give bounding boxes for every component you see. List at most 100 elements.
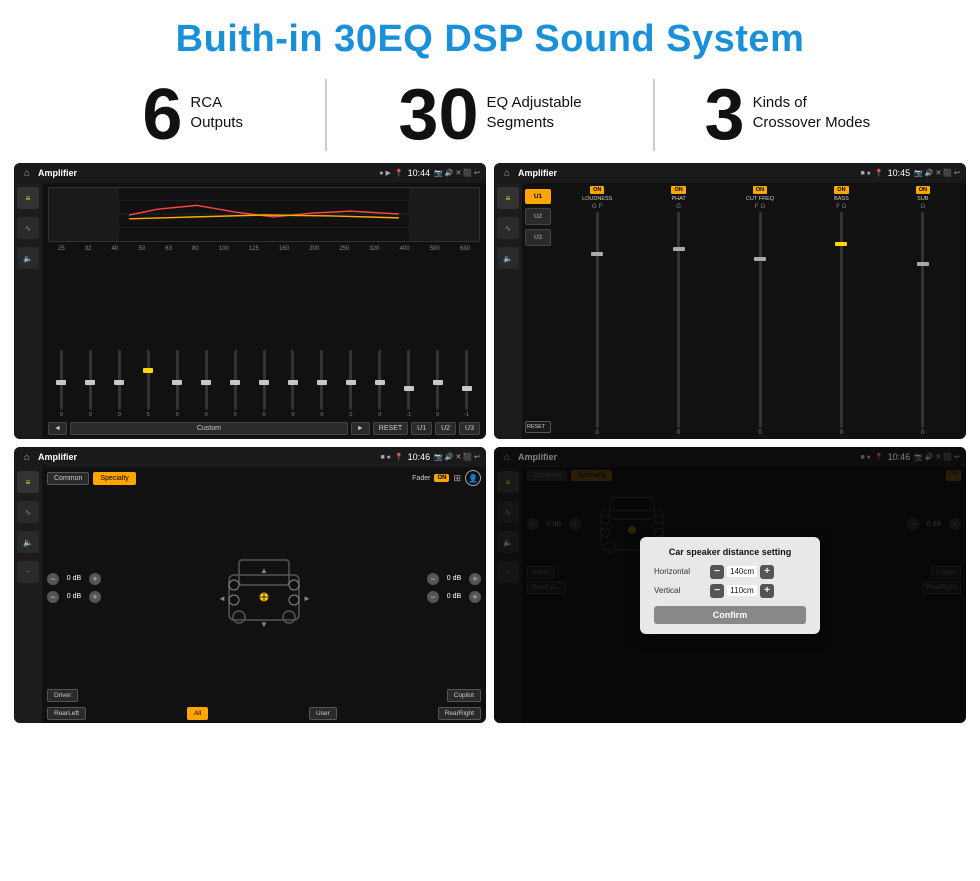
db-control-3: − 0 dB + xyxy=(427,573,481,585)
eq-prev-btn[interactable]: ◄ xyxy=(48,422,67,435)
stat-crossover: 3 Kinds of Crossover Modes xyxy=(655,79,920,151)
speaker-icon[interactable]: 🔈 xyxy=(17,247,39,269)
db-control-1: − 0 dB + xyxy=(47,573,101,585)
dialog-box: Car speaker distance setting Horizontal … xyxy=(640,537,820,634)
eq-icon[interactable]: ≡ xyxy=(17,187,39,209)
ch-on-bass[interactable]: ON xyxy=(834,186,848,194)
dialog-overlay: Car speaker distance setting Horizontal … xyxy=(494,447,966,723)
db-plus-1[interactable]: + xyxy=(89,573,101,585)
stat-label-rca: RCA Outputs xyxy=(190,79,243,132)
eq-icon-fader[interactable]: ≡ xyxy=(17,471,39,493)
eq-u2-btn[interactable]: U2 xyxy=(435,422,456,435)
stat-number-6: 6 xyxy=(142,79,182,151)
amp-reset-btn[interactable]: RESET xyxy=(525,421,551,433)
home-icon-amp[interactable]: ⌂ xyxy=(500,166,514,180)
amp-ch-phat: ON PHAT G 0 xyxy=(639,186,717,436)
user-btn[interactable]: User xyxy=(309,707,337,720)
fader-on-badge[interactable]: ON xyxy=(434,474,449,482)
screen-title-fader: Amplifier xyxy=(38,452,376,462)
screen-title-eq: Amplifier xyxy=(38,168,375,178)
fader-tab-common[interactable]: Common xyxy=(47,472,89,485)
status-icons-amp: 📷 🔊 ✕ ⬛ ↩ xyxy=(914,169,960,177)
fader-user-icon[interactable]: 👤 xyxy=(465,470,481,486)
db-value-1: 0 dB xyxy=(62,575,86,582)
amp-ch-sub: ON SUB G 0 xyxy=(884,186,962,436)
wave-icon[interactable]: ∿ xyxy=(17,217,39,239)
fader-main: Common Specialty Fader ON ⊞ 👤 − 0 dB + xyxy=(42,467,486,723)
vertical-plus-btn[interactable]: + xyxy=(760,584,774,598)
stat-rca: 6 RCA Outputs xyxy=(60,79,325,151)
db-value-3: 0 dB xyxy=(442,575,466,582)
side-panel-fader: ≡ ∿ 🔈 ⇔ xyxy=(14,467,42,723)
db-plus-4[interactable]: + xyxy=(469,591,481,603)
status-bar-fader: ⌂ Amplifier ■ ● 📍 10:46 📷 🔊 ✕ ⬛ ↩ xyxy=(14,447,486,467)
vertical-value: 110cm xyxy=(727,585,757,596)
db-minus-1[interactable]: − xyxy=(47,573,59,585)
wave-icon-amp[interactable]: ∿ xyxy=(497,217,519,239)
speaker-icon-amp[interactable]: 🔈 xyxy=(497,247,519,269)
eq-sliders: 0 0 0 5 0 0 0 0 0 0 0 0 -1 0 -1 xyxy=(48,255,480,418)
eq-custom-label: Custom xyxy=(70,422,348,435)
svg-text:►: ► xyxy=(303,594,311,603)
ch-on-sub[interactable]: ON xyxy=(916,186,930,194)
dots-icon: ● ▶ xyxy=(379,169,391,177)
db-minus-2[interactable]: − xyxy=(47,591,59,603)
rearleft-btn[interactable]: RearLeft xyxy=(47,707,86,720)
all-btn[interactable]: All xyxy=(187,707,208,720)
stat-eq: 30 EQ Adjustable Segments xyxy=(325,79,654,151)
db-control-4: − 0 dB + xyxy=(427,591,481,603)
ch-label-loudness: LOUDNESS xyxy=(582,196,612,202)
dots-icon-amp: ■ ● xyxy=(860,170,870,177)
db-plus-2[interactable]: + xyxy=(89,591,101,603)
horizontal-stepper: − 140cm + xyxy=(710,565,774,579)
amp-presets-col: U1 U2 U3 RESET xyxy=(522,183,554,439)
home-icon[interactable]: ⌂ xyxy=(20,166,34,180)
vertical-stepper: − 110cm + xyxy=(710,584,774,598)
time-amp: 10:45 xyxy=(888,168,911,178)
ch-on-phat[interactable]: ON xyxy=(671,186,685,194)
fader-left-ctrls: − 0 dB + − 0 dB + xyxy=(47,573,101,603)
amp-preset-u1[interactable]: U1 xyxy=(525,189,551,204)
fader-right-ctrls: − 0 dB + − 0 dB + xyxy=(427,573,481,603)
eq-u3-btn[interactable]: U3 xyxy=(459,422,480,435)
db-value-4: 0 dB xyxy=(442,593,466,600)
side-panel-amp: ≡ ∿ 🔈 xyxy=(494,183,522,439)
screen-eq: ⌂ Amplifier ● ▶ 📍 10:44 📷 🔊 ✕ ⬛ ↩ ≡ ∿ 🔈 xyxy=(14,163,486,439)
location-icon: 📍 xyxy=(395,169,404,177)
eq-icon-amp[interactable]: ≡ xyxy=(497,187,519,209)
screen-amp: ⌂ Amplifier ■ ● 📍 10:45 📷 🔊 ✕ ⬛ ↩ ≡ ∿ 🔈 … xyxy=(494,163,966,439)
horizontal-minus-btn[interactable]: − xyxy=(710,565,724,579)
fader-tab-specialty[interactable]: Specialty xyxy=(93,472,135,485)
dialog-title: Car speaker distance setting xyxy=(654,547,806,557)
fader-area: − 0 dB + − 0 dB + xyxy=(47,492,481,683)
horizontal-value: 140cm xyxy=(727,566,757,577)
arrows-icon-fader[interactable]: ⇔ xyxy=(17,561,39,583)
amp-ch-bass: ON BASS F G 0 xyxy=(802,186,880,436)
status-icons-fader: 📷 🔊 ✕ ⬛ ↩ xyxy=(434,453,480,461)
driver-btn[interactable]: Driver xyxy=(47,689,78,702)
time-eq: 10:44 xyxy=(408,168,431,178)
screen-content-eq: ≡ ∿ 🔈 xyxy=(14,183,486,439)
wave-icon-fader[interactable]: ∿ xyxy=(17,501,39,523)
location-icon-fader: 📍 xyxy=(395,453,404,461)
db-minus-3[interactable]: − xyxy=(427,573,439,585)
ch-on-loudness[interactable]: ON xyxy=(590,186,604,194)
db-plus-3[interactable]: + xyxy=(469,573,481,585)
eq-u1-btn[interactable]: U1 xyxy=(411,422,432,435)
fader-tabs-row: Common Specialty Fader ON ⊞ 👤 xyxy=(47,470,481,486)
confirm-button[interactable]: Confirm xyxy=(654,606,806,624)
eq-next-btn[interactable]: ► xyxy=(351,422,370,435)
rearright-btn[interactable]: RearRight xyxy=(438,707,481,720)
horizontal-plus-btn[interactable]: + xyxy=(760,565,774,579)
ch-on-cutfreq[interactable]: ON xyxy=(753,186,767,194)
home-icon-fader[interactable]: ⌂ xyxy=(20,450,34,464)
amp-preset-u3[interactable]: U3 xyxy=(525,229,551,246)
amp-preset-u2[interactable]: U2 xyxy=(525,208,551,225)
copilot-btn[interactable]: Copilot xyxy=(447,689,481,702)
eq-reset-btn[interactable]: RESET xyxy=(373,422,408,435)
screens-grid: ⌂ Amplifier ● ▶ 📍 10:44 📷 🔊 ✕ ⬛ ↩ ≡ ∿ 🔈 xyxy=(0,163,980,733)
speaker-icon-fader[interactable]: 🔈 xyxy=(17,531,39,553)
stat-number-3: 3 xyxy=(705,79,745,151)
vertical-minus-btn[interactable]: − xyxy=(710,584,724,598)
db-minus-4[interactable]: − xyxy=(427,591,439,603)
